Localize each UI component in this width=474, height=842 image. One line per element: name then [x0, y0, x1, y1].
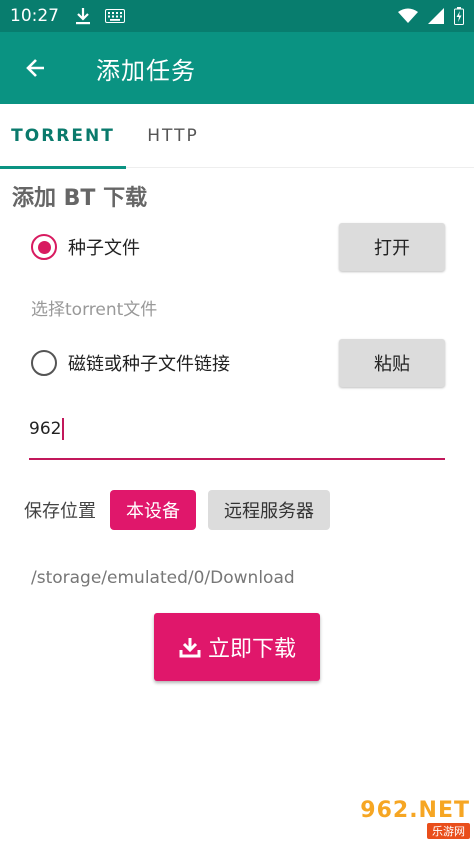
magnet-link-label[interactable]: 磁链或种子文件链接: [68, 350, 230, 376]
save-location-row: 保存位置 本设备 远程服务器: [24, 490, 330, 530]
status-icons-left: [75, 7, 125, 25]
section-title: 添加 BT 下载: [12, 186, 148, 211]
wifi-icon: [398, 8, 418, 23]
paste-button[interactable]: 粘贴: [339, 339, 445, 387]
local-device-button[interactable]: 本设备: [110, 490, 196, 530]
watermark-main: 962.NET: [360, 797, 470, 823]
page-title: 添加任务: [96, 56, 196, 85]
app-bar: 添加任务: [0, 32, 474, 104]
status-bar: 10:27: [0, 0, 474, 32]
tab-http[interactable]: HTTP: [126, 104, 220, 168]
watermark-sub: 乐游网: [427, 822, 470, 839]
keyboard-icon: [105, 9, 125, 23]
torrent-file-radio[interactable]: [31, 234, 57, 260]
battery-icon: [454, 7, 464, 25]
status-icons-right: [398, 7, 464, 25]
link-input[interactable]: 962: [29, 400, 445, 460]
magnet-link-row: 磁链或种子文件链接 粘贴: [0, 339, 474, 387]
download-now-label: 立即下载: [207, 637, 296, 662]
download-icon: [179, 638, 201, 658]
remote-server-button[interactable]: 远程服务器: [208, 490, 330, 530]
arrow-back-icon: [26, 59, 44, 77]
tab-torrent[interactable]: TORRENT: [0, 104, 126, 169]
status-time: 10:27: [10, 6, 59, 26]
tab-bar: TORRENT HTTP: [0, 104, 474, 169]
save-path: /storage/emulated/0/Download: [31, 568, 295, 588]
open-button[interactable]: 打开: [339, 223, 445, 271]
save-location-label: 保存位置: [24, 501, 96, 522]
signal-icon: [428, 8, 444, 24]
link-input-value: 962: [29, 419, 62, 439]
torrent-file-row: 种子文件 打开: [0, 223, 474, 271]
download-icon: [76, 8, 90, 25]
torrent-file-hint: 选择torrent文件: [31, 300, 158, 320]
watermark-logo: 962.NET 乐游网: [352, 797, 470, 839]
torrent-file-label[interactable]: 种子文件: [68, 234, 140, 260]
magnet-link-radio[interactable]: [31, 350, 57, 376]
download-now-button[interactable]: 立即下载: [154, 613, 320, 681]
back-button[interactable]: [0, 32, 72, 104]
text-caret: [62, 418, 65, 440]
